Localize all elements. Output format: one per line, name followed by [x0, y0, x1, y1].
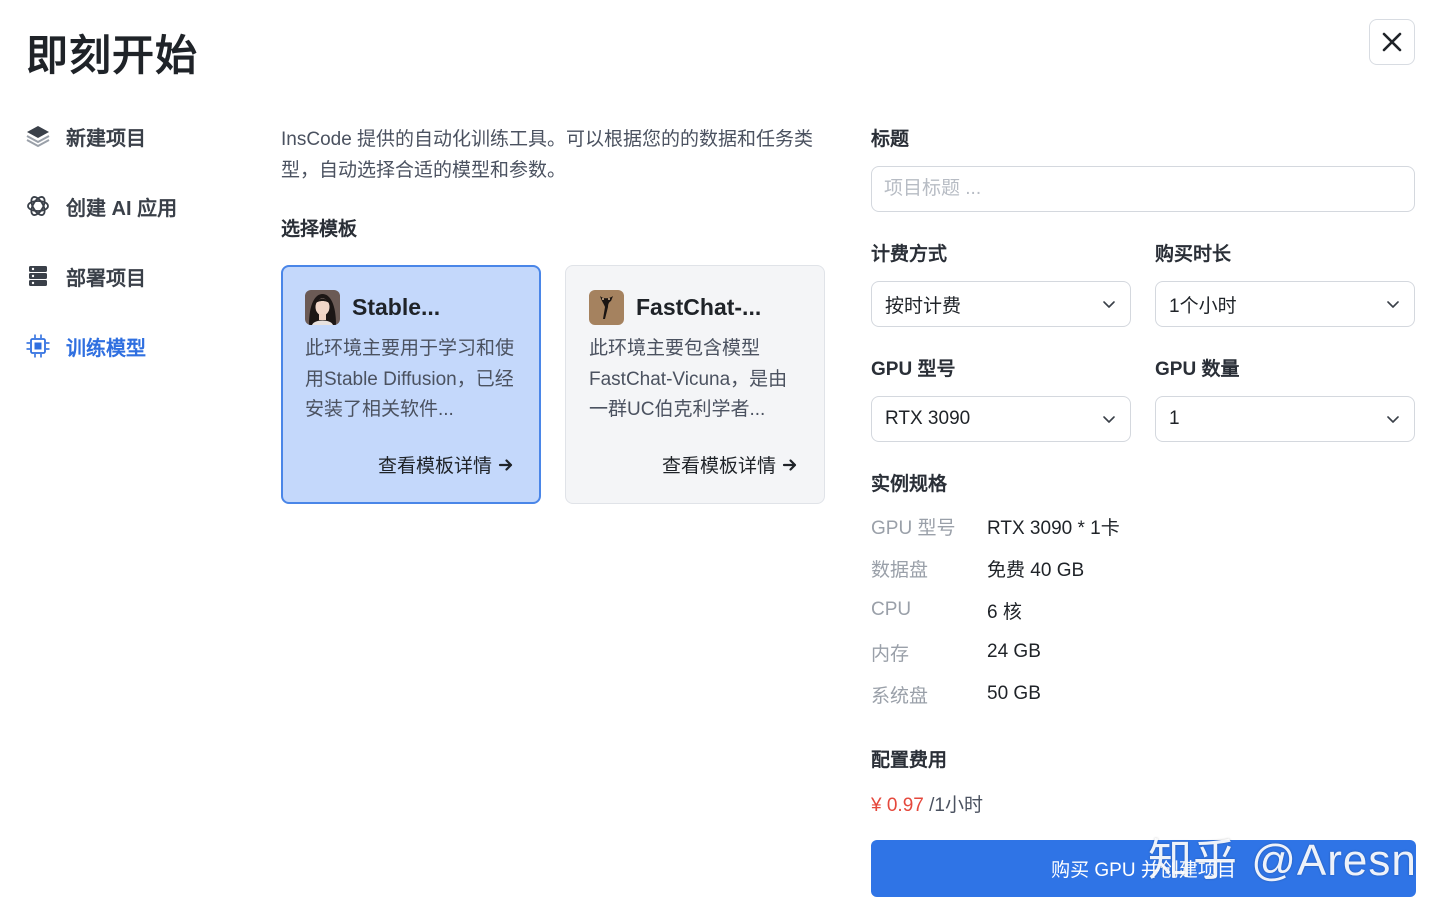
gpu-count-label: GPU 数量: [1155, 359, 1240, 380]
fee-unit: /1小时: [923, 795, 983, 816]
chevron-down-icon: [1103, 301, 1115, 308]
fee-title: 配置费用: [871, 750, 948, 771]
sidebar-item-label: 训练模型: [66, 337, 146, 360]
spec-value: RTX 3090 * 1卡: [987, 517, 1120, 539]
chip-icon: [24, 332, 52, 360]
template-description: 此环境主要包含模型FastChat-Vicuna，是由一群UC伯克利学者...: [589, 338, 788, 420]
sidebar-item-label: 部署项目: [66, 267, 146, 290]
close-icon: [1382, 32, 1402, 52]
sidebar-item-label: 创建 AI 应用: [66, 197, 178, 220]
chevron-down-icon: [1387, 416, 1399, 423]
chevron-down-icon: [1387, 301, 1399, 308]
gpu-count-select[interactable]: 1: [1155, 396, 1415, 442]
sidebar-item-new-project[interactable]: 新建项目: [24, 112, 244, 160]
chevron-down-icon: [1103, 416, 1115, 423]
template-details-label: 查看模板详情: [377, 456, 492, 477]
billing-select[interactable]: 按时计费: [871, 281, 1131, 327]
duration-select[interactable]: 1个小时: [1155, 281, 1415, 327]
template-description: 此环境主要用于学习和使用Stable Diffusion，已经安装了相关软件..…: [305, 338, 515, 420]
arrow-right-icon: [782, 458, 797, 471]
spec-value: 50 GB: [987, 683, 1041, 704]
template-details-link[interactable]: 查看模板详情: [378, 451, 514, 478]
template-section-title: 选择模板: [281, 219, 358, 240]
duration-value: 1个小时: [1169, 295, 1237, 317]
template-avatar: [305, 289, 340, 325]
spec-key: 内存: [871, 643, 910, 665]
template-title: FastChat-...: [636, 293, 762, 320]
arrow-right-icon: [498, 458, 513, 471]
sidebar-item-label: 新建项目: [66, 127, 146, 150]
close-button[interactable]: [1369, 19, 1415, 65]
gpu-count-value: 1: [1169, 408, 1180, 429]
gpu-model-value: RTX 3090: [885, 408, 971, 429]
duration-label: 购买时长: [1155, 244, 1232, 265]
fee-price: ¥ 0.97 /1小时: [871, 790, 1416, 817]
sidebar-item-train-model[interactable]: 训练模型: [24, 322, 244, 370]
sidebar: 新建项目 创建 AI 应用 部署项目 训练模型: [24, 112, 244, 392]
title-input[interactable]: [871, 166, 1415, 212]
spec-value: 6 核: [987, 601, 1022, 623]
spec-row: 内存 24 GB: [871, 631, 1416, 673]
template-card-stable-diffusion[interactable]: Stable... 此环境主要用于学习和使用Stable Diffusion，已…: [281, 265, 541, 504]
sidebar-item-deploy-project[interactable]: 部署项目: [24, 252, 244, 300]
page-title: 即刻开始: [26, 32, 199, 79]
fee-amount: ¥ 0.97: [871, 795, 924, 816]
spec-list: GPU 型号 RTX 3090 * 1卡 数据盘 免费 40 GB CPU 6 …: [871, 505, 1416, 715]
template-details-label: 查看模板详情: [661, 456, 776, 477]
spec-row: CPU 6 核: [871, 589, 1416, 631]
billing-value: 按时计费: [885, 295, 962, 317]
sidebar-item-create-ai-app[interactable]: 创建 AI 应用: [24, 182, 244, 230]
layers-icon: [24, 122, 52, 150]
buy-gpu-create-project-button[interactable]: 购买 GPU 并创建项目: [871, 840, 1416, 897]
spec-key: GPU 型号: [871, 517, 956, 539]
spec-value: 免费 40 GB: [987, 559, 1085, 581]
spec-key: CPU: [871, 599, 912, 620]
spec-value: 24 GB: [987, 641, 1041, 662]
template-card-fastchat[interactable]: FastChat-... 此环境主要包含模型FastChat-Vicuna，是由…: [565, 265, 825, 504]
intro-text: InsCode 提供的自动化训练工具。可以根据您的的数据和任务类型，自动选择合适…: [281, 129, 814, 181]
server-icon: [24, 262, 52, 290]
template-cards: Stable... 此环境主要用于学习和使用Stable Diffusion，已…: [281, 265, 826, 504]
billing-label: 计费方式: [871, 244, 948, 265]
spec-title: 实例规格: [871, 474, 948, 495]
spec-row: 系统盘 50 GB: [871, 673, 1416, 715]
spec-key: 系统盘: [871, 685, 929, 707]
template-details-link[interactable]: 查看模板详情: [662, 451, 798, 478]
spec-row: 数据盘 免费 40 GB: [871, 547, 1416, 589]
template-avatar: [589, 289, 624, 325]
template-title: Stable...: [352, 293, 441, 320]
config-form: 标题 计费方式 按时计费 购买时长 1个小时 GPU 型号 RTX 3090: [871, 124, 1416, 817]
title-label: 标题: [871, 129, 910, 150]
gpu-model-label: GPU 型号: [871, 359, 956, 380]
spec-key: 数据盘: [871, 559, 929, 581]
openai-icon: [24, 192, 52, 220]
template-section: InsCode 提供的自动化训练工具。可以根据您的的数据和任务类型，自动选择合适…: [281, 124, 826, 504]
spec-row: GPU 型号 RTX 3090 * 1卡: [871, 505, 1416, 547]
gpu-model-select[interactable]: RTX 3090: [871, 396, 1131, 442]
